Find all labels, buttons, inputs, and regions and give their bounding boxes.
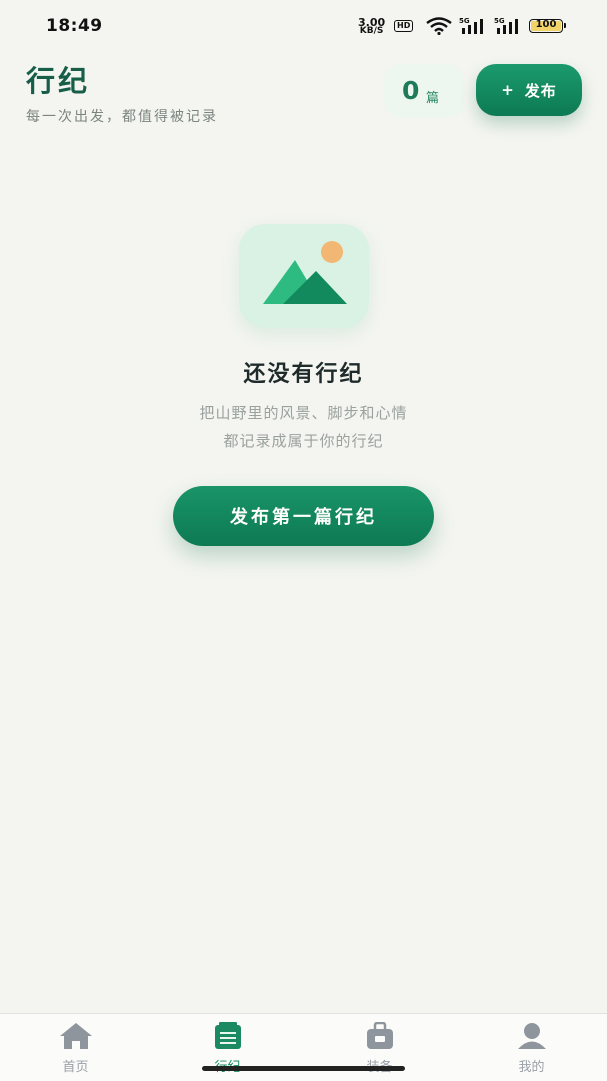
publish-button-label: 发布 <box>524 81 557 100</box>
user-icon <box>517 1023 546 1049</box>
empty-illustration <box>239 224 369 328</box>
status-bar: 18:49 3.00 KB/S HD 5G 5G 100 <box>0 0 607 52</box>
signal-bars-icon <box>462 19 483 34</box>
battery-tip <box>564 23 566 28</box>
empty-state-description-line1: 把山野里的风景、脚步和心情 <box>199 404 408 422</box>
bag-icon <box>366 1022 393 1049</box>
landscape-image-icon <box>263 241 347 304</box>
empty-state-description-line2: 都记录成属于你的行纪 <box>223 432 384 450</box>
home-indicator[interactable] <box>202 1066 405 1071</box>
page-subtitle: 每一次出发，都值得被记录 <box>26 109 218 125</box>
signal-bars-icon <box>497 19 518 34</box>
journal-count-badge: 0 篇 <box>384 64 464 118</box>
battery-level: 100 <box>535 19 557 30</box>
journal-count-unit: 篇 <box>426 91 440 106</box>
page-title: 行纪 <box>26 64 91 98</box>
tab-home-label: 首页 <box>62 1060 89 1075</box>
hd-badge: HD <box>394 20 414 32</box>
tab-profile-label: 我的 <box>518 1060 545 1075</box>
plus-icon: + <box>501 81 515 99</box>
publish-first-journal-button[interactable]: 发布第一篇行纪 <box>173 486 434 546</box>
publish-button[interactable]: + 发布 <box>476 64 582 116</box>
tab-profile[interactable]: 我的 <box>456 1014 607 1081</box>
battery-icon: 100 <box>529 19 566 33</box>
empty-state-title: 还没有行纪 <box>243 362 364 387</box>
network-speed-unit: KB/S <box>359 26 384 36</box>
home-icon <box>59 1023 92 1049</box>
tab-home[interactable]: 首页 <box>0 1014 151 1081</box>
journal-count-value: 0 <box>402 76 420 105</box>
network-speed: 3.00 KB/S <box>358 17 385 36</box>
journal-icon <box>214 1022 241 1049</box>
status-time: 18:49 <box>46 16 103 36</box>
wifi-icon <box>426 17 452 35</box>
